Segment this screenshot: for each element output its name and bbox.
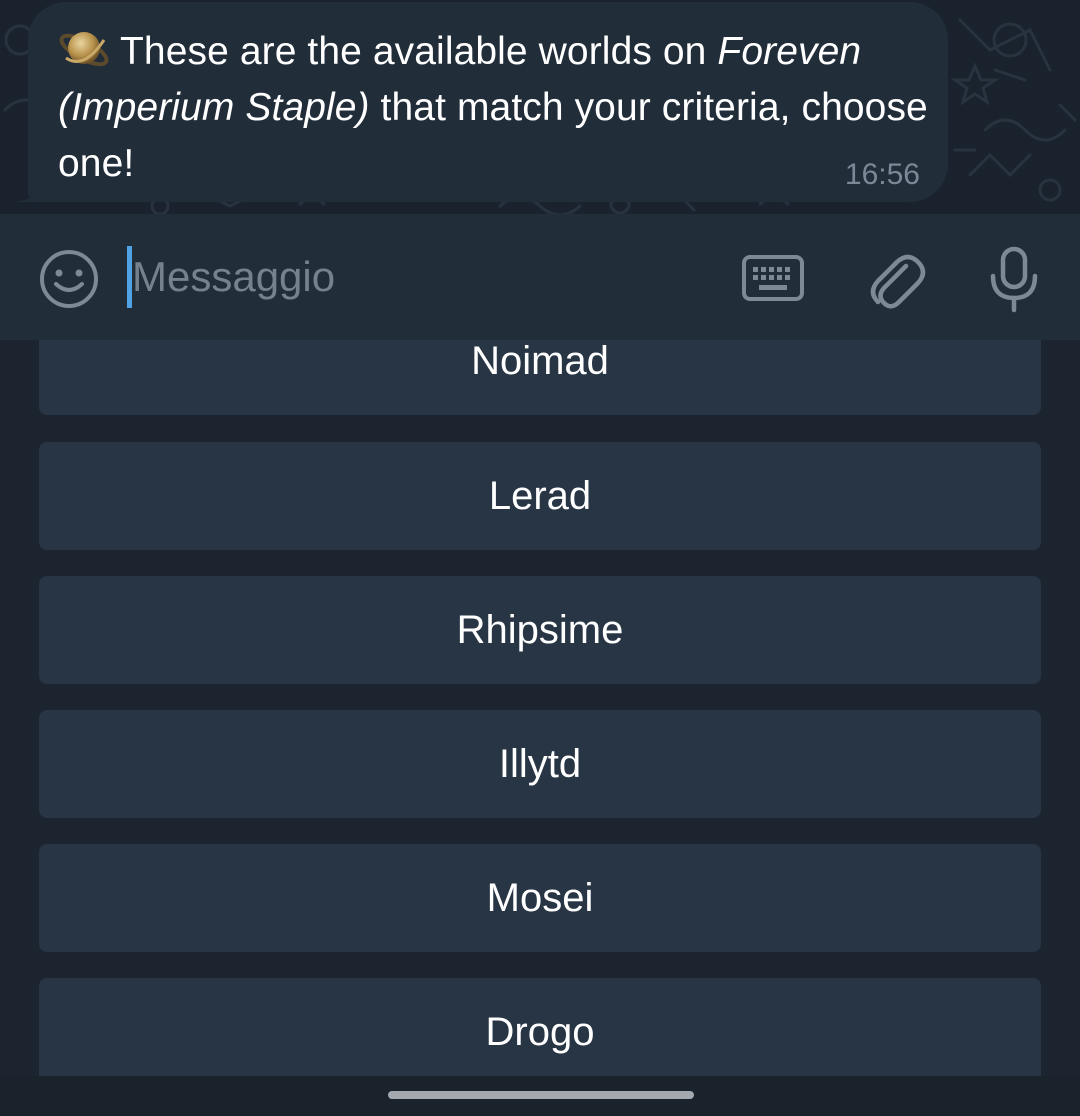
world-button-lerad[interactable]: Lerad: [39, 442, 1041, 550]
world-button-mosei[interactable]: Mosei: [39, 844, 1041, 952]
message-text-part-1: These are the available worlds on: [120, 30, 718, 73]
system-navigation-bar: [0, 1076, 1080, 1116]
world-button-drogo[interactable]: Drogo: [39, 978, 1041, 1076]
world-button-noimad[interactable]: Noimad: [39, 340, 1041, 415]
microphone-icon[interactable]: [986, 246, 1042, 314]
ringed-planet-icon: [59, 32, 109, 67]
reply-keyboard: Noimad Lerad Rhipsime Illytd Mosei Drogo: [0, 340, 1080, 1076]
message-text: These are the available worlds on Foreve…: [58, 24, 928, 192]
world-button-illytd[interactable]: Illytd: [39, 710, 1041, 818]
smiley-icon[interactable]: [38, 248, 100, 310]
paperclip-icon[interactable]: [866, 248, 926, 312]
home-indicator[interactable]: [388, 1091, 694, 1099]
message-composer: [0, 214, 1080, 340]
chat-area: These are the available worlds on Foreve…: [0, 0, 1080, 214]
message-bubble[interactable]: These are the available worlds on Foreve…: [28, 2, 948, 202]
message-input[interactable]: [132, 244, 692, 310]
message-timestamp: 16:56: [844, 158, 920, 191]
keyboard-icon[interactable]: [742, 254, 804, 304]
world-button-rhipsime[interactable]: Rhipsime: [39, 576, 1041, 684]
